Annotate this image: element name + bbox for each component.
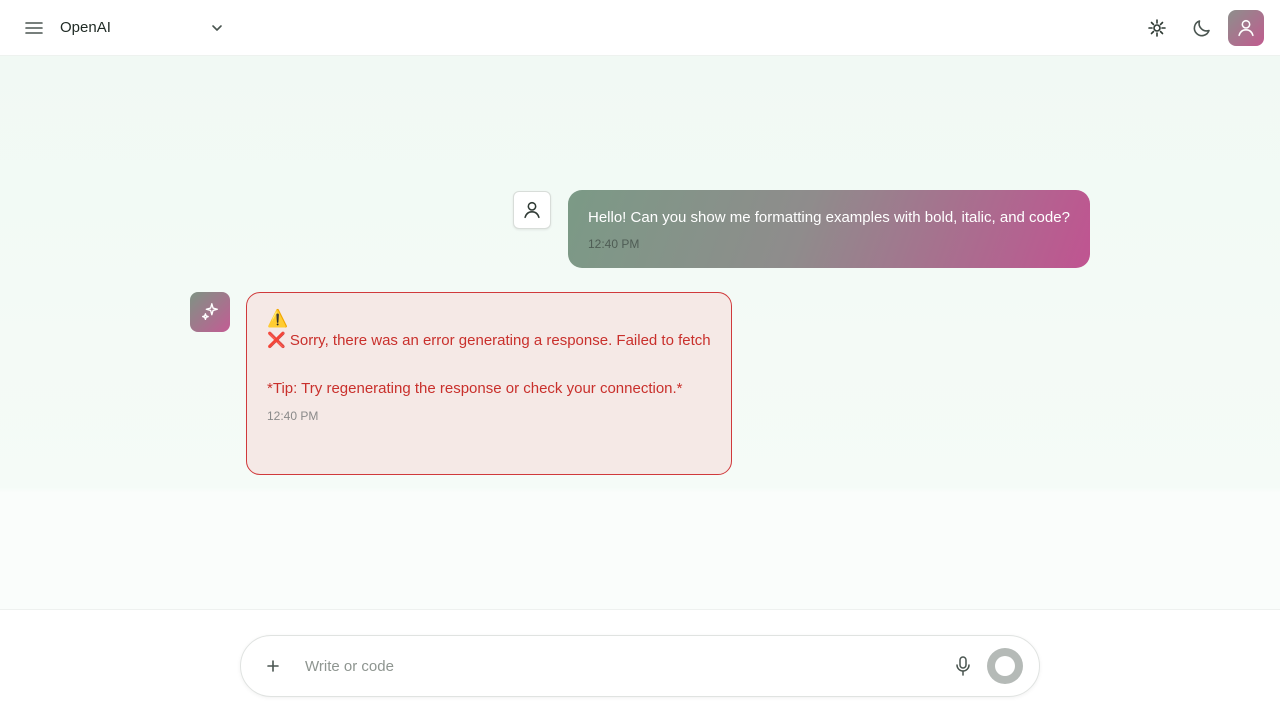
chevron-down-icon[interactable]	[208, 19, 226, 37]
message-input[interactable]	[305, 652, 925, 680]
user-message: Hello! Can you show me formatting exampl…	[568, 190, 1090, 268]
send-button[interactable]	[987, 648, 1023, 684]
composer-region	[0, 609, 1280, 720]
model-name[interactable]: OpenAI	[60, 19, 111, 36]
microphone-icon[interactable]	[953, 655, 973, 677]
assistant-error-message: ⚠️ ❌ Sorry, there was an error generatin…	[246, 292, 732, 475]
user-avatar	[513, 191, 551, 229]
error-text: ❌ Sorry, there was an error generating a…	[267, 332, 711, 349]
composer	[240, 635, 1040, 697]
tip-text: *Tip: Try regenerating the response or c…	[267, 380, 683, 397]
user-icon	[524, 201, 540, 219]
sparkle-icon	[201, 303, 219, 321]
plus-icon[interactable]	[263, 656, 283, 676]
hamburger-icon[interactable]	[22, 16, 46, 40]
assistant-message-time: 12:40 PM	[267, 409, 319, 423]
user-message-text: Hello! Can you show me formatting exampl…	[588, 209, 1070, 226]
warning-icon: ⚠️	[267, 309, 289, 328]
sun-icon[interactable]	[1145, 16, 1169, 40]
user-icon	[1238, 19, 1254, 37]
profile-button[interactable]	[1228, 10, 1264, 46]
user-message-time: 12:40 PM	[588, 237, 640, 251]
assistant-avatar	[190, 292, 230, 332]
send-icon	[995, 656, 1015, 676]
moon-icon[interactable]	[1190, 16, 1214, 40]
top-bar: OpenAI	[0, 0, 1280, 56]
